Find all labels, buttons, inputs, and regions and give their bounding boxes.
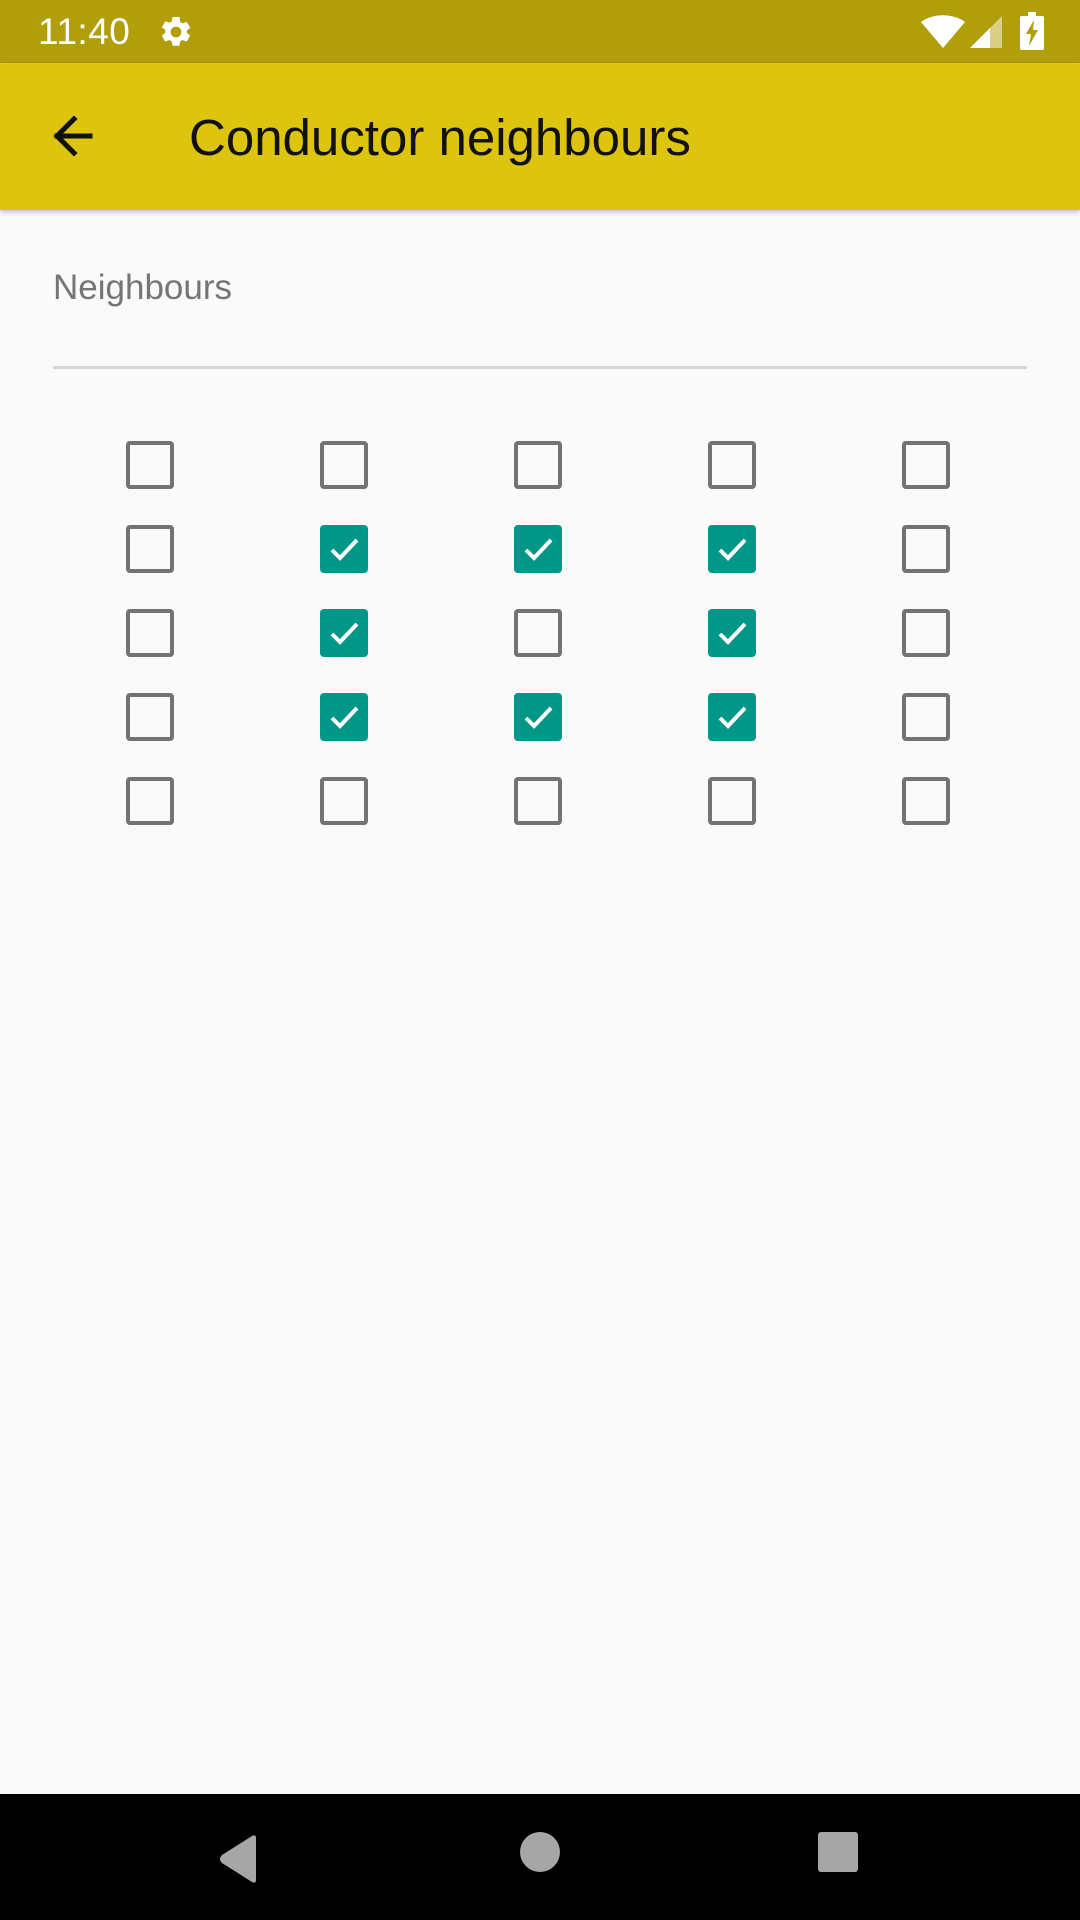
battery-charging-icon bbox=[1020, 12, 1044, 50]
neighbours-label: Neighbours bbox=[53, 268, 232, 307]
neighbour-checkbox-r4-c5[interactable] bbox=[902, 693, 950, 741]
check-icon bbox=[718, 706, 747, 729]
field-divider bbox=[53, 366, 1027, 369]
wifi-icon bbox=[921, 15, 965, 48]
neighbour-checkbox-r1-c3[interactable] bbox=[514, 441, 562, 489]
neighbour-checkbox-r2-c4[interactable] bbox=[708, 525, 756, 573]
neighbour-checkbox-r3-c4[interactable] bbox=[708, 609, 756, 657]
neighbour-checkbox-r4-c1[interactable] bbox=[126, 693, 174, 741]
neighbour-checkbox-r1-c5[interactable] bbox=[902, 441, 950, 489]
app-bar: Conductor neighbours bbox=[0, 63, 1080, 210]
neighbour-checkbox-r5-c1[interactable] bbox=[126, 777, 174, 825]
nav-back-icon[interactable] bbox=[216, 1834, 262, 1884]
nav-home-icon[interactable] bbox=[520, 1832, 560, 1872]
neighbour-checkbox-r4-c4[interactable] bbox=[708, 693, 756, 741]
neighbour-checkbox-r3-c2[interactable] bbox=[320, 609, 368, 657]
check-icon bbox=[524, 706, 553, 729]
neighbour-checkbox-r1-c1[interactable] bbox=[126, 441, 174, 489]
check-icon bbox=[524, 538, 553, 561]
neighbour-checkbox-r2-c5[interactable] bbox=[902, 525, 950, 573]
neighbour-checkbox-r4-c3[interactable] bbox=[514, 693, 562, 741]
neighbour-checkbox-r1-c2[interactable] bbox=[320, 441, 368, 489]
neighbour-checkbox-r5-c4[interactable] bbox=[708, 777, 756, 825]
neighbour-checkbox-r4-c2[interactable] bbox=[320, 693, 368, 741]
nav-recents-icon[interactable] bbox=[818, 1832, 858, 1872]
neighbour-checkbox-r2-c3[interactable] bbox=[514, 525, 562, 573]
check-icon bbox=[330, 706, 359, 729]
gear-icon bbox=[161, 16, 191, 46]
arrow-back-icon bbox=[53, 115, 93, 157]
page-title: Conductor neighbours bbox=[189, 109, 691, 166]
check-icon bbox=[718, 538, 747, 561]
neighbour-checkbox-r2-c1[interactable] bbox=[126, 525, 174, 573]
check-icon bbox=[330, 538, 359, 561]
check-icon bbox=[330, 622, 359, 645]
neighbour-checkbox-r1-c4[interactable] bbox=[708, 441, 756, 489]
neighbour-checkbox-r3-c3[interactable] bbox=[514, 609, 562, 657]
cell-signal-icon bbox=[970, 16, 1002, 48]
neighbour-checkbox-r5-c5[interactable] bbox=[902, 777, 950, 825]
neighbour-checkbox-r5-c3[interactable] bbox=[514, 777, 562, 825]
status-time: 11:40 bbox=[38, 11, 131, 52]
check-icon bbox=[718, 622, 747, 645]
neighbour-checkbox-r3-c1[interactable] bbox=[126, 609, 174, 657]
neighbour-checkbox-r3-c5[interactable] bbox=[902, 609, 950, 657]
status-bar: 11:40 bbox=[0, 0, 1080, 63]
neighbour-checkbox-r2-c2[interactable] bbox=[320, 525, 368, 573]
navigation-bar bbox=[0, 1794, 1080, 1920]
back-button[interactable] bbox=[40, 108, 106, 168]
neighbour-checkbox-r5-c2[interactable] bbox=[320, 777, 368, 825]
